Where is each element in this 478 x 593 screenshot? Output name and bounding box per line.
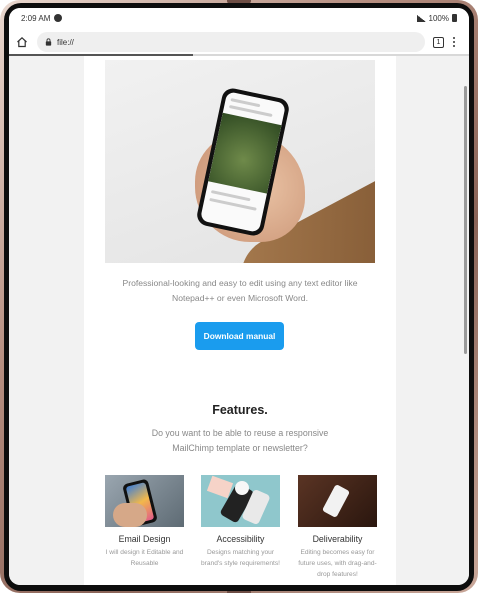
web-page: Professional-looking and easy to edit us… [9, 56, 469, 585]
battery-percent: 100% [428, 13, 449, 23]
status-bar: 2:09 AM 100% [9, 8, 469, 28]
url-text: file:// [57, 37, 74, 47]
signal-icon [416, 14, 426, 22]
browser-toolbar: file:// 1 [9, 28, 469, 56]
feature-image-phone [105, 475, 184, 527]
hero-image [105, 60, 375, 263]
feature-title: Deliverability [312, 534, 363, 544]
description-text: Professional-looking and easy to edit us… [122, 278, 358, 303]
battery-icon [452, 14, 457, 22]
lock-icon [45, 38, 52, 46]
home-icon [17, 36, 27, 48]
screen: 2:09 AM 100% file:// 1 Professional-look… [9, 8, 469, 585]
home-button[interactable] [15, 35, 29, 49]
app-notification-icon [54, 14, 63, 22]
newsletter-card: Professional-looking and easy to edit us… [84, 56, 396, 585]
features-title: Features. [212, 403, 268, 417]
page-scrollbar[interactable] [464, 86, 467, 354]
overflow-menu-button[interactable] [452, 36, 456, 48]
feature-title: Accessibility [216, 534, 265, 544]
feature-title: Email Design [118, 534, 171, 544]
features-subtitle: Do you want to be able to reuse a respon… [151, 428, 329, 453]
feature-image-phone-wood [298, 475, 377, 527]
earbud-case-shape [235, 481, 249, 495]
tab-switcher-button[interactable]: 1 [433, 36, 444, 48]
phone-photo [208, 112, 282, 194]
download-manual-button[interactable]: Download manual [195, 322, 284, 350]
phone-shape [321, 484, 351, 518]
feature-image-phones [201, 475, 280, 527]
feature-accessibility: Accessibility Designs matching your bran… [201, 475, 280, 569]
status-time: 2:09 AM [21, 13, 51, 23]
feature-text: I will design it Editable and Reusable [105, 549, 184, 567]
hand-shape [113, 503, 147, 527]
feature-email-design: Email Design I will design it Editable a… [105, 475, 184, 569]
feature-deliverability: Deliverability Editing becomes easy for … [298, 475, 377, 580]
feature-text: Designs matching your brand's style requ… [201, 549, 280, 567]
feature-text: Editing becomes easy for future uses, wi… [298, 549, 377, 578]
address-bar[interactable]: file:// [37, 32, 425, 52]
